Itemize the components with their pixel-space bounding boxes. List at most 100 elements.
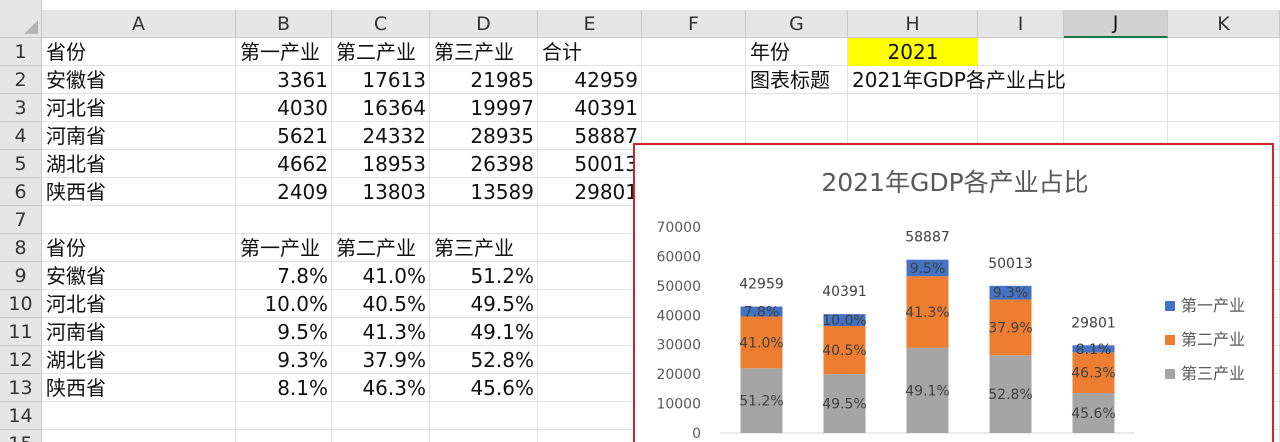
column-header-C[interactable]: C <box>332 10 430 38</box>
column-header-F[interactable]: F <box>642 10 746 38</box>
cell[interactable] <box>538 402 642 430</box>
table2-header-cell[interactable]: 省份 <box>42 234 236 262</box>
table2-cell[interactable]: 陕西省 <box>42 374 236 402</box>
table2-cell[interactable]: 41.3% <box>332 318 430 346</box>
cell[interactable] <box>978 38 1064 66</box>
table1-cell[interactable]: 26398 <box>430 150 538 178</box>
cell[interactable] <box>538 290 642 318</box>
table2-cell[interactable]: 安徽省 <box>42 262 236 290</box>
table1-cell[interactable]: 29801 <box>538 178 642 206</box>
stacked-bar-chart[interactable]: 2021年GDP各产业占比 70000 60000 50000 40000 30000 20… <box>633 143 1274 442</box>
cell[interactable] <box>642 66 746 94</box>
row-header-8[interactable]: 8 <box>0 234 42 262</box>
year-label-cell[interactable]: 年份 <box>746 38 848 66</box>
cell[interactable] <box>42 206 236 234</box>
cell[interactable] <box>538 206 642 234</box>
table2-cell[interactable]: 10.0% <box>236 290 332 318</box>
table2-cell[interactable]: 52.8% <box>430 346 538 374</box>
table2-cell[interactable]: 41.0% <box>332 262 430 290</box>
chart-title-label-cell[interactable]: 图表标题 <box>746 66 848 94</box>
row-header-2[interactable]: 2 <box>0 66 42 94</box>
table2-cell[interactable]: 9.5% <box>236 318 332 346</box>
table1-cell[interactable]: 河北省 <box>42 94 236 122</box>
cell[interactable] <box>1168 38 1280 66</box>
column-header-H[interactable]: H <box>848 10 978 38</box>
cell[interactable] <box>430 402 538 430</box>
table1-cell[interactable]: 13589 <box>430 178 538 206</box>
table2-cell[interactable]: 51.2% <box>430 262 538 290</box>
cell[interactable] <box>642 94 746 122</box>
table2-cell[interactable]: 8.1% <box>236 374 332 402</box>
cell[interactable] <box>538 262 642 290</box>
row-header-14[interactable]: 14 <box>0 402 42 430</box>
table2-cell[interactable]: 河南省 <box>42 318 236 346</box>
cell[interactable] <box>1168 94 1280 122</box>
table2-cell[interactable]: 40.5% <box>332 290 430 318</box>
table1-cell[interactable]: 24332 <box>332 122 430 150</box>
column-header-G[interactable]: G <box>746 10 848 38</box>
table1-header-cell[interactable]: 第三产业 <box>430 38 538 66</box>
column-header-J[interactable]: J <box>1064 10 1168 38</box>
cell[interactable] <box>1064 66 1168 94</box>
cell[interactable] <box>978 94 1064 122</box>
table1-header-cell[interactable]: 第一产业 <box>236 38 332 66</box>
cell[interactable] <box>538 430 642 442</box>
table1-cell[interactable]: 17613 <box>332 66 430 94</box>
row-header-12[interactable]: 12 <box>0 346 42 374</box>
row-header-15[interactable]: 15 <box>0 430 42 442</box>
table1-cell[interactable]: 40391 <box>538 94 642 122</box>
cell[interactable] <box>430 206 538 234</box>
table1-cell[interactable]: 4662 <box>236 150 332 178</box>
cell[interactable] <box>42 430 236 442</box>
table2-cell[interactable]: 7.8% <box>236 262 332 290</box>
cell[interactable] <box>236 402 332 430</box>
cell[interactable] <box>538 374 642 402</box>
row-header-1[interactable]: 1 <box>0 38 42 66</box>
table1-cell[interactable]: 18953 <box>332 150 430 178</box>
table1-cell[interactable]: 3361 <box>236 66 332 94</box>
table1-cell[interactable]: 42959 <box>538 66 642 94</box>
row-header-9[interactable]: 9 <box>0 262 42 290</box>
column-header-E[interactable]: E <box>538 10 642 38</box>
column-header-D[interactable]: D <box>430 10 538 38</box>
table1-header-cell[interactable]: 合计 <box>538 38 642 66</box>
table1-cell[interactable]: 58887 <box>538 122 642 150</box>
table1-cell[interactable]: 2409 <box>236 178 332 206</box>
cell[interactable] <box>332 402 430 430</box>
table1-header-cell[interactable]: 省份 <box>42 38 236 66</box>
table1-cell[interactable]: 4030 <box>236 94 332 122</box>
table1-cell[interactable]: 陕西省 <box>42 178 236 206</box>
column-header-I[interactable]: I <box>978 10 1064 38</box>
table1-cell[interactable]: 16364 <box>332 94 430 122</box>
table1-cell[interactable]: 湖北省 <box>42 150 236 178</box>
table2-cell[interactable]: 49.5% <box>430 290 538 318</box>
table2-header-cell[interactable]: 第二产业 <box>332 234 430 262</box>
table2-cell[interactable]: 湖北省 <box>42 346 236 374</box>
cell[interactable] <box>332 430 430 442</box>
column-header-K[interactable]: K <box>1168 10 1280 38</box>
cell[interactable] <box>642 38 746 66</box>
cell[interactable] <box>42 402 236 430</box>
table1-cell[interactable]: 安徽省 <box>42 66 236 94</box>
cell[interactable] <box>1064 94 1168 122</box>
table1-cell[interactable]: 5621 <box>236 122 332 150</box>
row-header-11[interactable]: 11 <box>0 318 42 346</box>
cell[interactable] <box>1168 66 1280 94</box>
cell[interactable] <box>1064 38 1168 66</box>
row-header-6[interactable]: 6 <box>0 178 42 206</box>
table2-cell[interactable]: 9.3% <box>236 346 332 374</box>
row-header-13[interactable]: 13 <box>0 374 42 402</box>
table1-header-cell[interactable]: 第二产业 <box>332 38 430 66</box>
table1-cell[interactable]: 19997 <box>430 94 538 122</box>
year-value-cell[interactable]: 2021 <box>848 38 978 66</box>
row-header-3[interactable]: 3 <box>0 94 42 122</box>
select-all-corner[interactable] <box>0 0 42 38</box>
table1-cell[interactable]: 21985 <box>430 66 538 94</box>
cell[interactable] <box>538 234 642 262</box>
table1-cell[interactable]: 50013 <box>538 150 642 178</box>
chart-title-value-cell[interactable]: 2021年GDP各产业占比 <box>848 66 1066 94</box>
cell[interactable] <box>332 206 430 234</box>
column-header-A[interactable]: A <box>42 10 236 38</box>
column-header-B[interactable]: B <box>236 10 332 38</box>
table2-header-cell[interactable]: 第一产业 <box>236 234 332 262</box>
